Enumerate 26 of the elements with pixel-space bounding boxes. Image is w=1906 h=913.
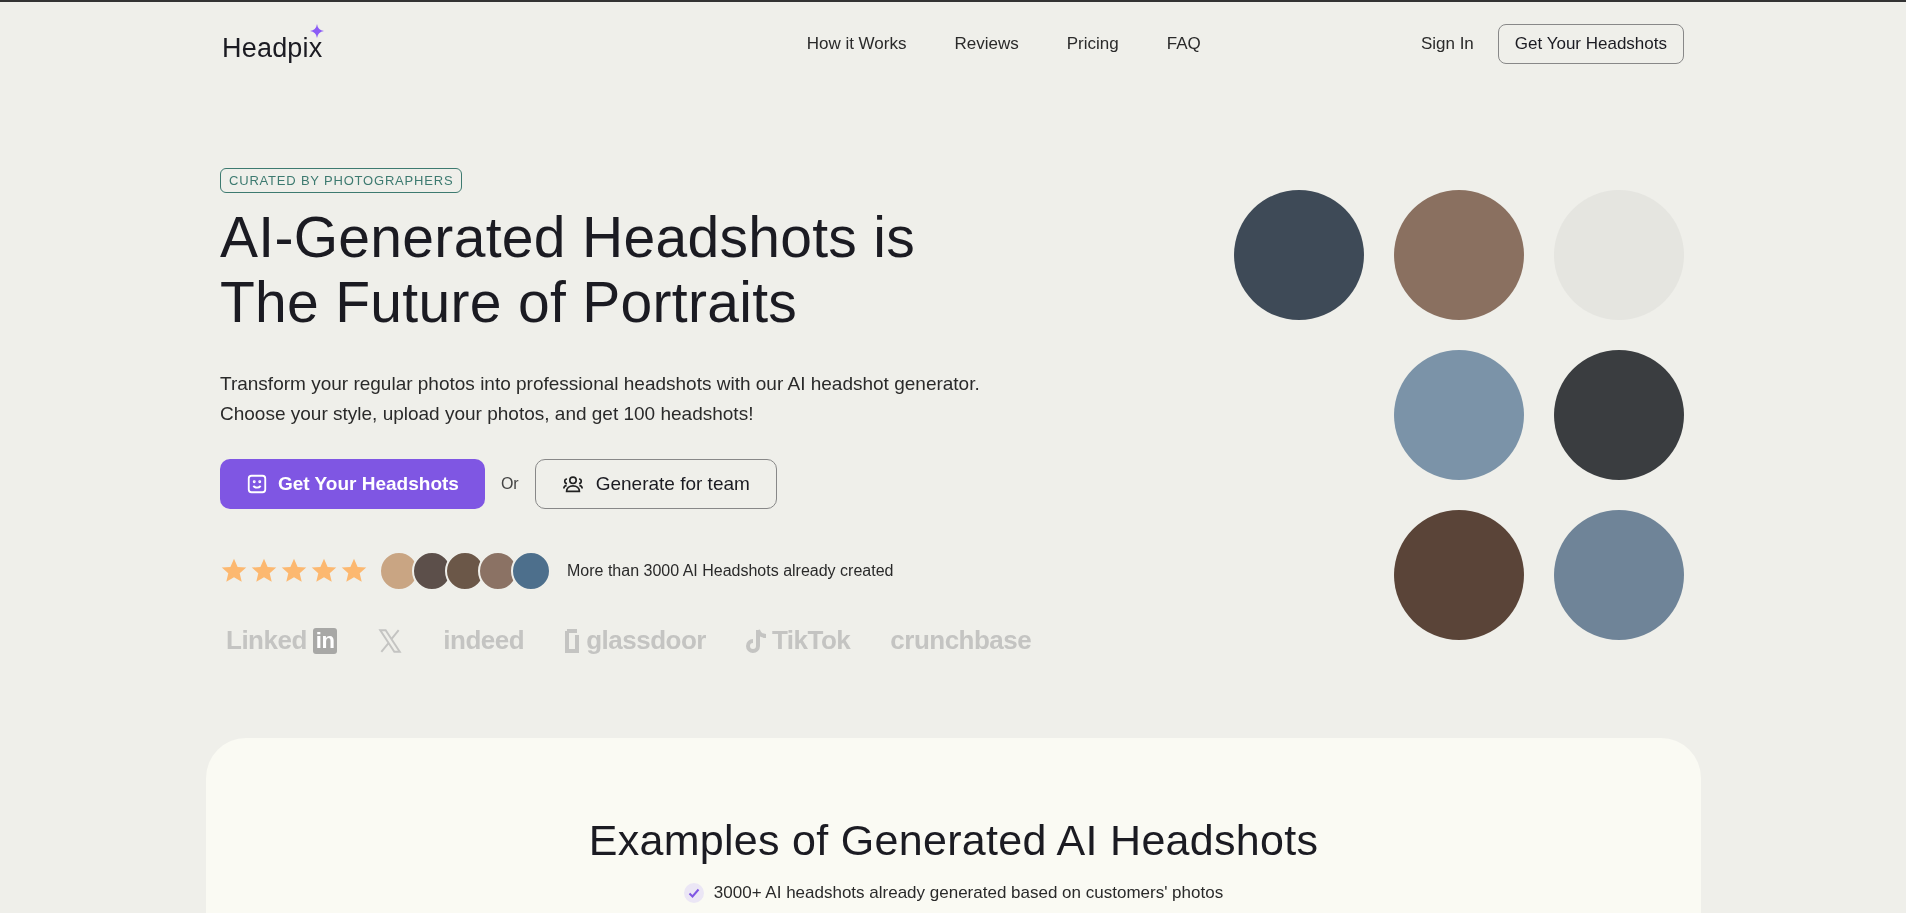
check-icon [683,883,704,903]
generate-team-button[interactable]: Generate for team [534,459,777,509]
star-icon [220,557,248,585]
get-headshots-button[interactable]: Get Your Headshots [220,459,485,509]
get-headshots-button[interactable]: Get Your Headshots [1497,24,1684,64]
nav-link[interactable]: How it Works [806,34,907,54]
hero-description: Transform your regular photos into professional headshots with our AI headshot generator. Choose your style, upload your photos, and get 100 headshots! [220,372,980,426]
examples-title: Examples of Generated AI Headshots [588,816,1319,865]
sign-in-link[interactable]: Sign In [1420,34,1474,54]
or-label: Or [500,475,519,493]
curated-badge: CURATED BY PHOTOGRAPHERS [220,168,463,193]
sparkle-icon [310,24,325,38]
star-icon [280,557,308,585]
feature-text: 3000+ AI headshots already generated based on customers' photos [713,883,1224,903]
headpix-logo[interactable]: Headpix [222,24,327,64]
star-icon [340,557,368,585]
users-icon [561,473,584,495]
x-logo-icon [377,627,404,654]
hero-title: AI-Generated Headshots is The Future of Portraits [220,205,916,335]
headshots-count-text: More than 3000 AI Headshots already created [567,562,894,580]
nav-link[interactable]: FAQ [1166,34,1201,54]
star-icon [250,557,278,585]
smile-icon [246,473,268,495]
star-icon [310,557,338,585]
nav-link[interactable]: Reviews [954,34,1019,54]
nav-link[interactable]: Pricing [1066,34,1119,54]
